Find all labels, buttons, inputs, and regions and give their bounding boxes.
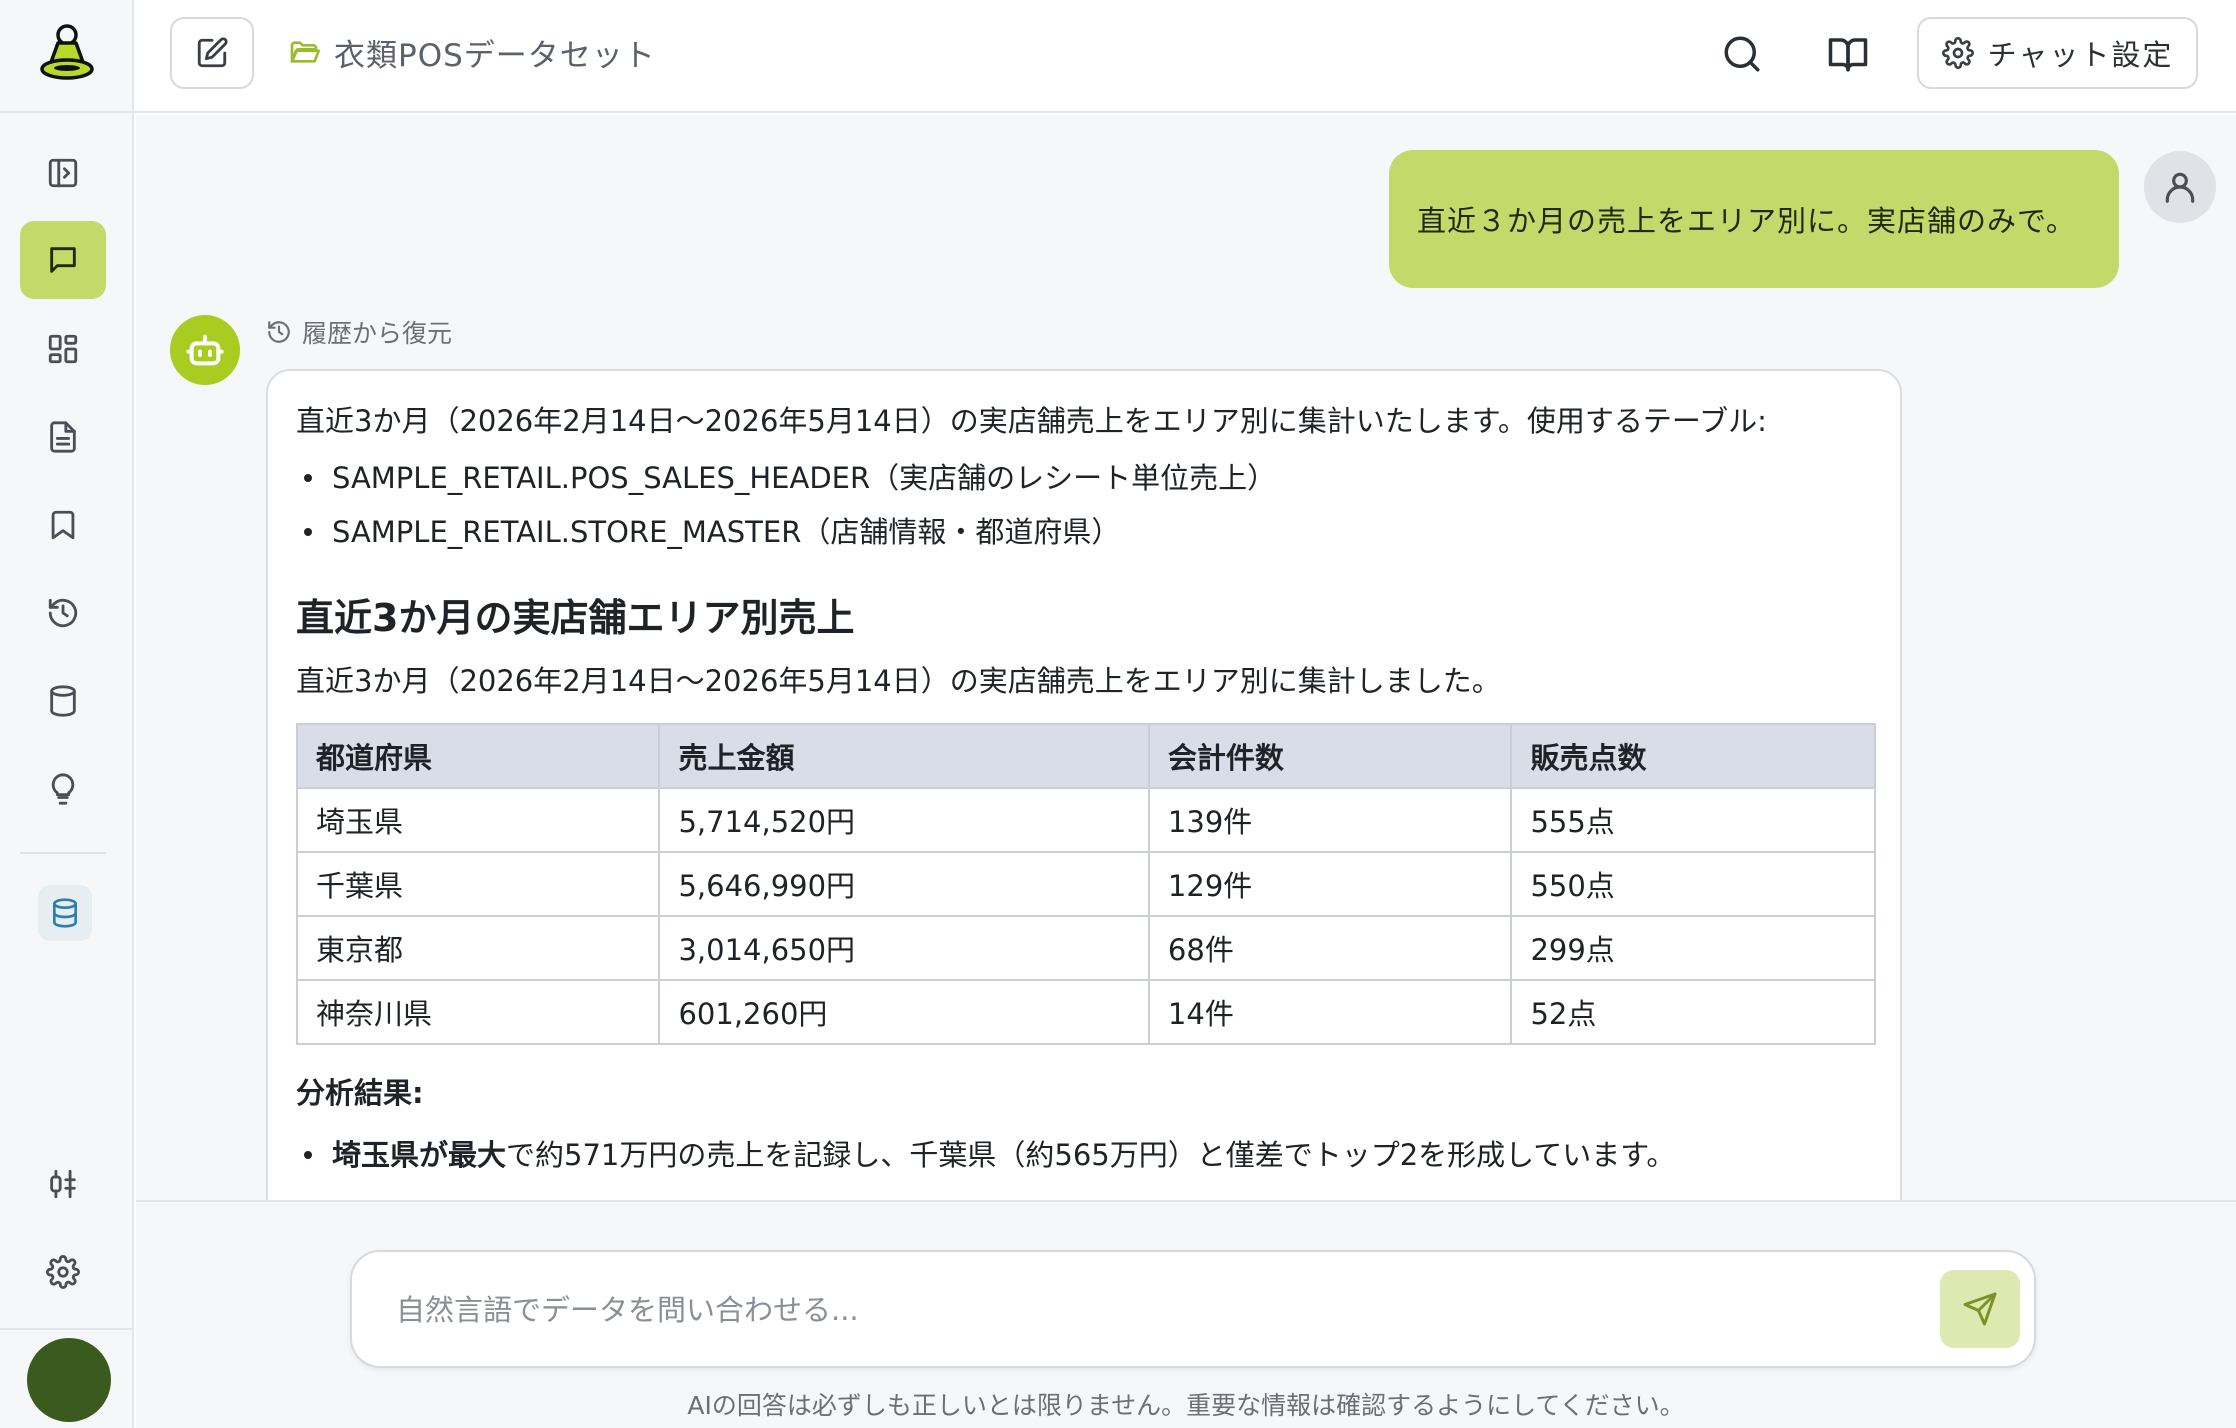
composer-area: AIの回答は必ずしも正しいとは限りません。重要な情報は確認するようにしてください…	[136, 1200, 2236, 1428]
sidebar-item-documents[interactable]	[20, 398, 106, 476]
response-heading: 直近3か月の実店舗エリア別売上	[296, 596, 855, 640]
column-header: 販売点数	[1510, 723, 1876, 789]
history-icon	[48, 598, 78, 628]
ai-disclaimer: AIの回答は必ずしも正しいとは限りません。重要な情報は確認するようにしてください…	[687, 1391, 1685, 1420]
sidebar-item-dashboard[interactable]	[20, 310, 106, 388]
sidebar-bottom-divider	[0, 1328, 134, 1330]
user-message: 直近３か月の売上をエリア別に。実店舗のみで。	[1389, 150, 2119, 288]
dataset-selector[interactable]: 衣類POSデータセット	[288, 28, 656, 76]
sidebar-item-insights[interactable]	[20, 750, 106, 828]
book-open-icon	[1828, 38, 1868, 72]
sidebar-toggle-button[interactable]	[20, 134, 106, 212]
user-avatar-icon	[2144, 151, 2216, 223]
search-button[interactable]	[1708, 20, 1776, 88]
document-icon	[50, 421, 76, 453]
bot-icon	[186, 334, 224, 366]
chat-thread[interactable]: 直近３か月の売上をエリア別に。実店舗のみで。 履歴から復元 直近3か月（2026…	[136, 115, 2236, 1200]
response-intro: 直近3か月（2026年2月14日〜2026年5月14日）の実店舗売上をエリア別に…	[296, 404, 1767, 438]
table-cell: 555点	[1510, 787, 1876, 853]
chat-icon	[50, 247, 76, 273]
edit-icon	[197, 37, 228, 68]
guide-button[interactable]	[1814, 20, 1882, 88]
send-button[interactable]	[1940, 1270, 2020, 1348]
table-cell: 神奈川県	[295, 979, 661, 1045]
app-root: 衣類POSデータセット チャット設定 直近３か月の売上をエリア別に。実店舗のみで…	[0, 0, 2236, 1428]
table-cell: 東京都	[295, 915, 661, 981]
chat-settings-label: チャット設定	[1987, 38, 2174, 72]
table-header-row: 都道府県 売上金額 会計件数 販売点数	[295, 723, 1876, 789]
table-cell: 68件	[1147, 915, 1513, 981]
table-cell: 550点	[1510, 851, 1876, 917]
table-row: 埼玉県 5,714,520円 139件 555点	[295, 787, 1876, 853]
top-header: 衣類POSデータセット チャット設定	[134, 0, 2236, 113]
connection-icon	[50, 1169, 76, 1199]
user-icon	[2165, 172, 2195, 203]
table-cell: 3,014,650円	[658, 915, 1150, 981]
table-cell: 139件	[1147, 787, 1513, 853]
table-cell: 129件	[1147, 851, 1513, 917]
chat-settings-button[interactable]: チャット設定	[1917, 17, 2198, 89]
database-icon	[53, 898, 77, 928]
sidebar-item-bookmarks[interactable]	[20, 486, 106, 564]
panel-toggle-icon	[48, 158, 78, 188]
list-item: SAMPLE_RETAIL.STORE_MASTER（店舗情報・都道府県）	[296, 511, 1872, 553]
bullet-icon	[304, 1151, 312, 1159]
bullet-icon	[304, 528, 312, 536]
table-cell: 601,260円	[658, 979, 1150, 1045]
history-icon	[268, 321, 290, 343]
analysis-heading: 分析結果:	[296, 1076, 424, 1110]
response-summary: 直近3か月（2026年2月14日〜2026年5月14日）の実店舗売上をエリア別に…	[296, 664, 1501, 698]
search-icon	[1724, 36, 1760, 72]
analysis-highlight: 埼玉県が最大	[332, 1138, 507, 1172]
send-icon	[1963, 1292, 1997, 1326]
table-cell: 5,714,520円	[658, 787, 1150, 853]
bullet-icon	[304, 474, 312, 482]
table-cell: 299点	[1510, 915, 1876, 981]
bookmark-icon	[51, 510, 75, 540]
sidebar	[0, 0, 134, 1428]
table-cell: 52点	[1510, 979, 1876, 1045]
list-item: SAMPLE_RETAIL.POS_SALES_HEADER（実店舗のレシート単…	[296, 457, 1872, 499]
sidebar-item-connections[interactable]	[20, 1145, 106, 1223]
sidebar-item-database[interactable]	[20, 662, 106, 740]
database-icon	[50, 685, 76, 717]
restore-label: 履歴から復元	[302, 319, 453, 348]
analysis-item: 埼玉県が最大 で約571万円の売上を記録し、千葉県（約565万円）と僅差でトップ…	[296, 1133, 1872, 1177]
table-cell: 千葉県	[295, 851, 661, 917]
table-cell: 埼玉県	[295, 787, 661, 853]
sidebar-item-data-source[interactable]	[38, 885, 92, 941]
lightbulb-icon	[51, 773, 75, 805]
gear-icon	[1941, 37, 1974, 69]
sidebar-item-settings[interactable]	[20, 1233, 106, 1311]
sidebar-divider	[20, 852, 106, 854]
tables-used-list: SAMPLE_RETAIL.POS_SALES_HEADER（実店舗のレシート単…	[296, 457, 1872, 553]
table-row: 神奈川県 601,260円 14件 52点	[295, 979, 1876, 1045]
folder-open-icon	[290, 41, 320, 63]
results-table: 都道府県 売上金額 会計件数 販売点数 埼玉県 5,714,520円 139件 …	[295, 723, 1876, 1045]
column-header: 都道府県	[295, 723, 661, 789]
restored-from-history-label: 履歴から復元	[266, 315, 452, 349]
settings-gear-icon	[46, 1255, 80, 1289]
analysis-text: で約571万円の売上を記録し、千葉県（約565万円）と僅差でトップ2を形成してい…	[506, 1138, 1676, 1172]
message-composer	[350, 1250, 2036, 1368]
table-row: 東京都 3,014,650円 68件 299点	[295, 915, 1876, 981]
assistant-message: 直近3か月（2026年2月14日〜2026年5月14日）の実店舗売上をエリア別に…	[266, 369, 1902, 1200]
column-header: 会計件数	[1147, 723, 1513, 789]
table-cell: 5,646,990円	[658, 851, 1150, 917]
dashboard-icon	[48, 334, 78, 364]
sidebar-item-chat[interactable]	[20, 221, 106, 299]
column-header: 売上金額	[658, 723, 1150, 789]
bot-avatar	[170, 315, 240, 385]
query-input[interactable]	[396, 1286, 1876, 1334]
sidebar-item-history[interactable]	[20, 574, 106, 652]
user-avatar[interactable]	[27, 1338, 111, 1422]
dataset-name: 衣類POSデータセット	[334, 37, 656, 74]
app-logo[interactable]	[0, 0, 134, 113]
table-cell: 14件	[1147, 979, 1513, 1045]
table-row: 千葉県 5,646,990円 129件 550点	[295, 851, 1876, 917]
ufo-logo-icon	[40, 23, 94, 80]
table-name: SAMPLE_RETAIL.POS_SALES_HEADER（実店舗のレシート単…	[332, 461, 1277, 495]
table-name: SAMPLE_RETAIL.STORE_MASTER（店舗情報・都道府県）	[332, 515, 1121, 549]
new-chat-button[interactable]	[170, 17, 254, 89]
